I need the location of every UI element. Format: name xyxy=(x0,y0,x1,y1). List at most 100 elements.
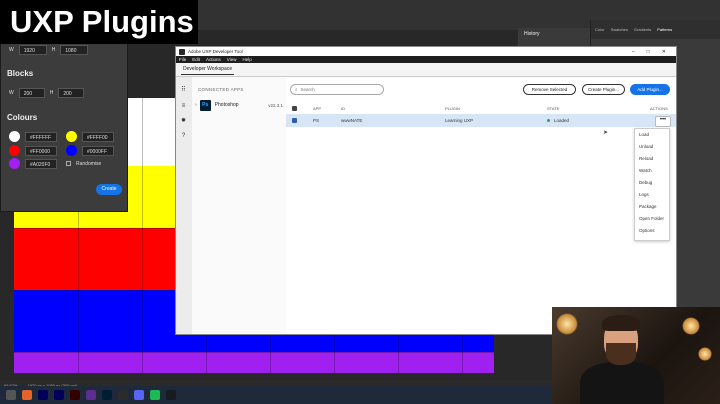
brave-browser-icon[interactable] xyxy=(22,390,32,400)
app-name: Photoshop xyxy=(214,102,239,108)
size-height-input[interactable]: 1080 xyxy=(60,45,89,55)
colour-hex-input[interactable]: #A020F0 xyxy=(25,158,57,169)
tab-swatches[interactable]: Swatches xyxy=(611,27,628,32)
colour-row: #A020F0 Randomise xyxy=(9,158,101,169)
colour-swatch[interactable] xyxy=(66,145,77,156)
help-icon[interactable]: ? xyxy=(180,133,187,140)
mouse-cursor-icon: ➤ xyxy=(603,130,609,136)
photoshop-icon: Ps xyxy=(199,99,211,111)
status-dot-icon xyxy=(547,119,550,122)
header-checkbox[interactable] xyxy=(292,103,297,114)
search-input[interactable]: ⌕ Search xyxy=(290,84,384,95)
nav-rail: ⠿ ≡ ✹ ? xyxy=(176,77,192,334)
menu-view[interactable]: View xyxy=(227,57,237,62)
menu-item-load[interactable]: Load xyxy=(635,129,669,141)
after-effects-icon[interactable] xyxy=(38,390,48,400)
discord-icon[interactable] xyxy=(134,390,144,400)
header-actions: ACTIONS xyxy=(650,106,668,111)
colour-swatch[interactable] xyxy=(9,158,20,169)
connected-app-photoshop[interactable]: › Ps Photoshop v22.3.1 xyxy=(195,98,283,112)
blocks-w-label: W xyxy=(9,90,14,96)
more-actions-button[interactable]: ••• xyxy=(655,116,671,127)
blocks-width-input[interactable]: 200 xyxy=(18,88,45,98)
menu-item-debug[interactable]: Debug xyxy=(635,177,669,189)
window-title: Adobe UXP Developer Tool xyxy=(188,49,243,54)
size-width-input[interactable]: 1920 xyxy=(18,45,47,55)
search-placeholder: Search xyxy=(300,87,315,92)
menu-item-package[interactable]: Package xyxy=(635,201,669,213)
row-app: PS xyxy=(313,118,320,123)
state-label: Loaded xyxy=(554,118,570,123)
blocks-size-row: W 200 H 200 xyxy=(9,88,85,98)
blocks-height-input[interactable]: 200 xyxy=(58,88,85,98)
size-h-label: H xyxy=(51,47,56,53)
actions-dropdown-menu: Load Unload Reload Watch Debug Logs Pack… xyxy=(634,128,670,241)
presenter-hair xyxy=(602,315,640,331)
window-controls: – □ ✕ xyxy=(632,49,676,55)
menu-bar: File Edit Actions View Help xyxy=(176,56,676,63)
string-light xyxy=(682,317,700,335)
menu-actions[interactable]: Actions xyxy=(206,57,221,62)
blocks-heading: Blocks xyxy=(7,69,34,78)
plugins-table-header: APP ID PLUGIN STATE ACTIONS xyxy=(286,103,676,114)
premiere-icon[interactable] xyxy=(54,390,64,400)
colour-swatch[interactable] xyxy=(66,131,77,142)
apps-grid-icon[interactable]: ⠿ xyxy=(180,87,187,94)
presenter-beard xyxy=(606,343,636,365)
visual-studio-icon[interactable] xyxy=(86,390,96,400)
create-plugin-button[interactable]: Create Plugin... xyxy=(582,84,625,95)
menu-help[interactable]: Help xyxy=(242,57,251,62)
colour-hex-input[interactable]: #FF0000 xyxy=(25,145,57,156)
illustrator-icon[interactable] xyxy=(70,390,80,400)
panel-tabs: Color Swatches Gradients Patterns xyxy=(591,20,720,39)
tab-gradients[interactable]: Gradients xyxy=(634,27,651,32)
tab-developer-workspace[interactable]: Developer Workspace xyxy=(181,64,235,75)
uxp-logo-icon xyxy=(179,48,185,55)
menu-item-open-folder[interactable]: Open Folder xyxy=(635,213,669,225)
colour-hex-input[interactable]: #0000FF xyxy=(82,145,114,156)
menu-item-options[interactable]: Options xyxy=(635,225,669,237)
start-icon[interactable] xyxy=(6,390,16,400)
randomise-checkbox[interactable] xyxy=(66,161,71,166)
spotify-icon[interactable] xyxy=(150,390,160,400)
steam-icon[interactable] xyxy=(166,390,176,400)
history-label[interactable]: History xyxy=(524,31,540,37)
tab-color[interactable]: Color xyxy=(595,27,605,32)
remove-selected-button[interactable]: Remove Selected xyxy=(523,84,576,95)
menu-item-logs[interactable]: Logs xyxy=(635,189,669,201)
menu-file[interactable]: File xyxy=(179,57,186,62)
add-plugin-button[interactable]: Add Plugin... xyxy=(630,84,670,95)
uxp-plugin-panel: W 1920 H 1080 Blocks W 200 H 200 Colours… xyxy=(0,38,128,212)
uxp-tool-taskbar-icon[interactable] xyxy=(118,390,128,400)
colours-heading: Colours xyxy=(7,113,38,122)
menu-edit[interactable]: Edit xyxy=(192,57,200,62)
colour-hex-input[interactable]: #FFFF00 xyxy=(82,131,114,142)
tab-patterns[interactable]: Patterns xyxy=(657,27,672,32)
connected-apps-label: CONNECTED APPS xyxy=(198,87,244,92)
string-light xyxy=(556,313,578,335)
header-plugin: PLUGIN xyxy=(445,106,460,111)
photoshop-taskbar-icon[interactable] xyxy=(102,390,112,400)
menu-item-unload[interactable]: Unload xyxy=(635,141,669,153)
minimize-icon[interactable]: – xyxy=(632,49,635,55)
close-icon[interactable]: ✕ xyxy=(662,49,666,55)
size-w-label: W xyxy=(9,47,14,53)
table-row[interactable]: PS wwwNATE Learning UXP Loaded ••• xyxy=(286,114,676,127)
colour-hex-input[interactable]: #FFFFFF xyxy=(25,131,57,142)
create-button[interactable]: Create xyxy=(96,184,122,195)
colour-swatch[interactable] xyxy=(9,145,20,156)
row-checkbox[interactable] xyxy=(292,114,297,127)
menu-item-watch[interactable]: Watch xyxy=(635,165,669,177)
chevron-right-icon[interactable]: › xyxy=(195,102,197,108)
menu-icon[interactable]: ≡ xyxy=(180,103,187,110)
maximize-icon[interactable]: □ xyxy=(647,49,650,55)
menu-item-reload[interactable]: Reload xyxy=(635,153,669,165)
plugins-main-area: ⌕ Search Remove Selected Create Plugin..… xyxy=(286,77,676,334)
settings-icon[interactable]: ✹ xyxy=(180,118,187,125)
colour-swatch[interactable] xyxy=(9,131,20,142)
purple-block-row xyxy=(14,352,494,373)
app-version: v22.3.1 xyxy=(268,102,283,108)
workspace-tab-bar: Developer Workspace xyxy=(176,63,676,77)
window-titlebar[interactable]: Adobe UXP Developer Tool – □ ✕ xyxy=(176,47,676,56)
string-light xyxy=(698,347,712,361)
